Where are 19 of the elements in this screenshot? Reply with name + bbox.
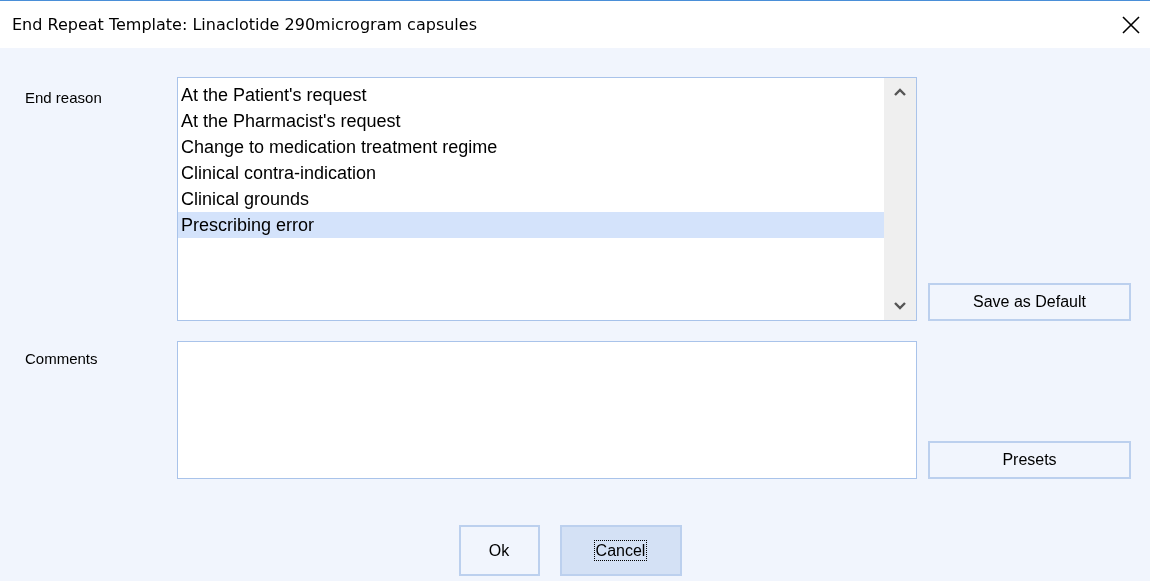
list-item[interactable]: Change to medication treatment regime	[178, 134, 884, 160]
scroll-up-icon[interactable]	[894, 88, 906, 97]
scroll-down-icon[interactable]	[894, 301, 906, 310]
reason-list[interactable]: At the Patient's request At the Pharmacist's request Change to medication treatment regime Clinical contra-indication Clinical grounds Prescribing error	[177, 77, 917, 321]
presets-button[interactable]: Presets	[928, 441, 1131, 479]
window-title: End Repeat Template: Linaclotide 290microgram capsules	[12, 15, 477, 34]
dialog-button[interactable]: Ok	[458, 525, 540, 576]
list-item[interactable]: Prescribing error	[178, 212, 884, 238]
save-default-button[interactable]: Save as Default	[928, 283, 1131, 321]
field-label: Comments	[25, 349, 99, 367]
dialog-button[interactable]: Cancel	[559, 525, 682, 576]
comments-field[interactable]	[177, 341, 917, 479]
scrollbar[interactable]	[884, 78, 916, 320]
close-icon[interactable]	[1122, 15, 1140, 34]
list-item[interactable]: Clinical grounds	[178, 186, 884, 212]
list-item[interactable]: At the Pharmacist's request	[178, 108, 884, 134]
field-label: End reason	[25, 88, 103, 106]
list-item[interactable]: At the Patient's request	[178, 82, 884, 108]
list-item[interactable]: Clinical contra-indication	[178, 160, 884, 186]
